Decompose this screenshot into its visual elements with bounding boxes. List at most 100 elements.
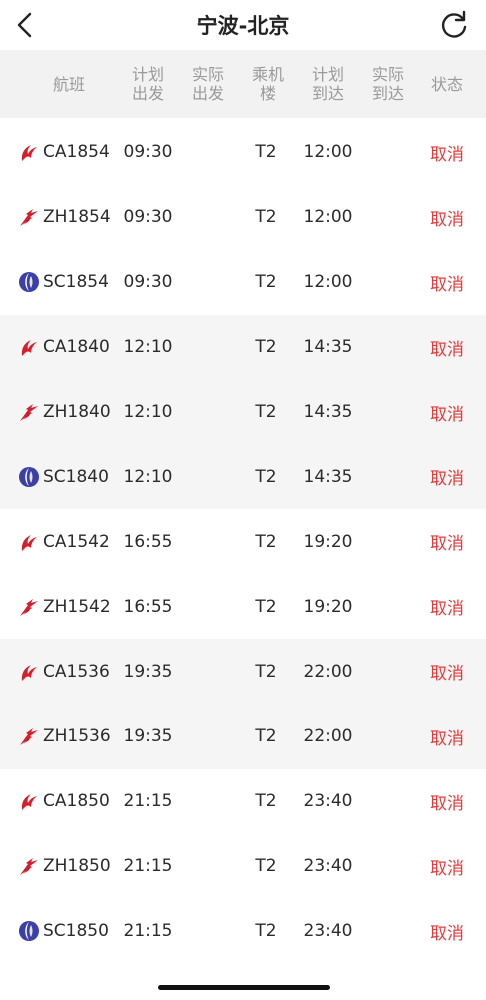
planned-arrival: 22:00 — [303, 726, 353, 747]
flight-number: ZH1542 — [43, 596, 111, 617]
status-label: 取消 — [430, 793, 464, 814]
status-label: 取消 — [430, 728, 464, 749]
flight-cell: ZH1854 — [18, 185, 118, 250]
status-label: 取消 — [430, 274, 464, 295]
shandong-logo-icon — [18, 271, 40, 293]
flight-row[interactable]: SC1854 09:30 T2 12:00 取消 — [0, 250, 486, 315]
shenzhen-logo-icon — [18, 401, 40, 423]
flight-cell: CA1536 — [18, 639, 118, 704]
planned-arrival: 19:20 — [303, 531, 353, 552]
column-header-plan-arr: 计划 到达 — [311, 65, 344, 103]
air-china-logo-icon — [18, 531, 40, 553]
flight-cell: ZH1850 — [18, 834, 118, 899]
planned-arrival: 12:00 — [303, 272, 353, 293]
flight-row[interactable]: ZH1840 12:10 T2 14:35 取消 — [0, 379, 486, 445]
status-label: 取消 — [430, 534, 464, 555]
flight-row[interactable]: ZH1536 19:35 T2 22:00 取消 — [0, 704, 486, 769]
planned-arrival: 12:00 — [303, 207, 353, 228]
flight-row[interactable]: CA1542 16:55 T2 19:20 取消 — [0, 509, 486, 574]
terminal: T2 — [255, 921, 277, 942]
shenzhen-logo-icon — [18, 206, 40, 228]
flight-row[interactable]: ZH1850 21:15 T2 23:40 取消 — [0, 834, 486, 899]
flight-number: CA1854 — [43, 142, 110, 163]
planned-departure: 09:30 — [123, 272, 173, 293]
terminal: T2 — [255, 856, 277, 877]
flight-cell: SC1854 — [18, 250, 118, 315]
flight-row[interactable]: CA1840 12:10 T2 14:35 取消 — [0, 314, 486, 380]
planned-departure: 21:15 — [123, 791, 173, 812]
column-header-status: 状态 — [430, 74, 463, 94]
terminal: T2 — [255, 596, 277, 617]
status-label: 取消 — [430, 209, 464, 230]
flight-row[interactable]: CA1536 19:35 T2 22:00 取消 — [0, 639, 486, 705]
air-china-logo-icon — [18, 661, 40, 683]
planned-arrival: 23:40 — [303, 856, 353, 877]
planned-arrival: 23:40 — [303, 921, 353, 942]
shenzhen-logo-icon — [18, 596, 40, 618]
flight-cell: CA1850 — [18, 769, 118, 834]
column-header-act-dep: 实际 出发 — [191, 65, 224, 103]
planned-departure: 16:55 — [123, 596, 173, 617]
terminal: T2 — [255, 207, 277, 228]
planned-departure: 09:30 — [123, 207, 173, 228]
planned-arrival: 22:00 — [303, 661, 353, 682]
flight-row[interactable]: CA1850 21:15 T2 23:40 取消 — [0, 769, 486, 834]
flight-row[interactable]: ZH1542 16:55 T2 19:20 取消 — [0, 574, 486, 639]
flight-cell: SC1850 — [18, 899, 118, 964]
status-label: 取消 — [430, 664, 464, 685]
column-header-act-arr: 实际 到达 — [371, 65, 404, 103]
flight-number: CA1542 — [43, 531, 110, 552]
planned-arrival: 19:20 — [303, 596, 353, 617]
terminal: T2 — [255, 726, 277, 747]
flight-number: CA1840 — [43, 337, 110, 358]
flight-number: SC1854 — [43, 272, 109, 293]
planned-arrival: 23:40 — [303, 791, 353, 812]
flight-list: CA1854 09:30 T2 12:00 取消 ZH1854 09:30 T2 12:00 取消… — [0, 120, 486, 964]
shenzhen-logo-icon — [18, 725, 40, 747]
terminal: T2 — [255, 531, 277, 552]
column-header-flight: 航班 — [52, 74, 85, 94]
air-china-logo-icon — [18, 336, 40, 358]
flight-cell: ZH1542 — [18, 574, 118, 639]
status-label: 取消 — [430, 923, 464, 944]
flight-cell: SC1840 — [18, 444, 118, 509]
flight-cell: CA1542 — [18, 509, 118, 574]
page-title: 宁波-北京 — [196, 14, 290, 38]
flight-number: ZH1536 — [43, 726, 111, 747]
flight-row[interactable]: CA1854 09:30 T2 12:00 取消 — [0, 120, 486, 185]
flight-number: ZH1854 — [43, 207, 111, 228]
flight-row[interactable]: SC1840 12:10 T2 14:35 取消 — [0, 444, 486, 510]
air-china-logo-icon — [18, 141, 40, 163]
terminal: T2 — [255, 272, 277, 293]
planned-departure: 16:55 — [123, 531, 173, 552]
flight-cell: CA1854 — [18, 120, 118, 185]
air-china-logo-icon — [18, 790, 40, 812]
terminal: T2 — [255, 661, 277, 682]
flight-row[interactable]: SC1850 21:15 T2 23:40 取消 — [0, 899, 486, 964]
flight-cell: CA1840 — [18, 315, 118, 380]
flight-number: CA1850 — [43, 791, 110, 812]
flight-number: ZH1840 — [43, 402, 111, 422]
status-label: 取消 — [430, 339, 464, 360]
shenzhen-logo-icon — [18, 855, 40, 877]
planned-departure: 21:15 — [123, 856, 173, 877]
status-label: 取消 — [430, 404, 464, 425]
planned-departure: 21:15 — [123, 921, 173, 942]
flight-row[interactable]: ZH1854 09:30 T2 12:00 取消 — [0, 185, 486, 250]
planned-departure: 12:10 — [123, 466, 173, 487]
column-header-terminal: 乘机 楼 — [251, 65, 284, 103]
shandong-logo-icon — [18, 920, 40, 942]
flight-cell: ZH1840 — [18, 380, 118, 445]
home-indicator[interactable] — [158, 985, 330, 990]
terminal: T2 — [255, 791, 277, 812]
terminal: T2 — [255, 337, 277, 358]
terminal: T2 — [255, 402, 277, 422]
refresh-icon[interactable] — [438, 9, 470, 41]
planned-arrival: 14:35 — [303, 466, 353, 487]
status-label: 取消 — [430, 858, 464, 879]
column-header-plan-dep: 计划 出发 — [131, 65, 164, 103]
planned-arrival: 14:35 — [303, 402, 353, 422]
status-label: 取消 — [430, 599, 464, 620]
status-label: 取消 — [430, 144, 464, 165]
planned-arrival: 12:00 — [303, 142, 353, 163]
